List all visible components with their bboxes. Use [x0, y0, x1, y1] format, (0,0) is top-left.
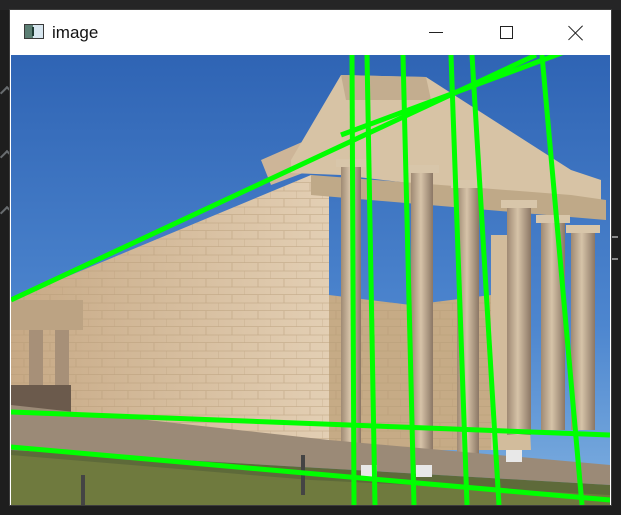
- image-canvas[interactable]: [11, 55, 610, 505]
- editor-scroll-marker: [612, 236, 618, 238]
- editor-backdrop-bottom: [0, 505, 621, 515]
- photo-image: [11, 55, 610, 505]
- minimize-icon: [429, 32, 443, 33]
- window-app-icon: [24, 24, 44, 39]
- window-title: image: [52, 23, 99, 42]
- maximize-button[interactable]: [483, 10, 529, 55]
- title-bar[interactable]: image: [10, 10, 611, 55]
- close-icon: [568, 25, 584, 41]
- maximize-icon: [499, 26, 513, 39]
- editor-backdrop-top: [0, 0, 621, 10]
- editor-scroll-marker: [612, 258, 618, 260]
- close-button[interactable]: [553, 10, 599, 55]
- minimize-button[interactable]: [413, 10, 459, 55]
- image-window[interactable]: image: [10, 10, 611, 505]
